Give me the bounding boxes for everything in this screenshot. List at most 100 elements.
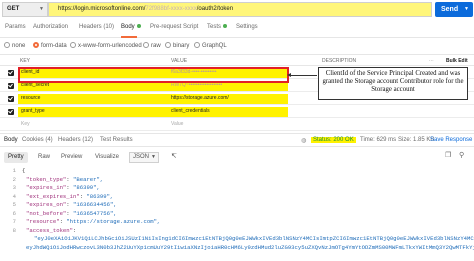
body-type-options: none form-data x-www-form-urlencoded raw… bbox=[0, 39, 474, 53]
format-raw[interactable]: Raw bbox=[34, 152, 54, 163]
row-highlight bbox=[18, 94, 288, 104]
row-highlight bbox=[18, 107, 288, 117]
wrap-lines-icon[interactable]: ↸ bbox=[171, 152, 177, 160]
key-cell[interactable]: grant_type bbox=[21, 108, 45, 114]
code-text: "ext_expires_in": "86399", bbox=[26, 192, 114, 200]
more-icon[interactable]: ⋯ bbox=[429, 58, 434, 64]
line-number: 3 bbox=[12, 184, 16, 191]
checkbox-checked[interactable] bbox=[8, 70, 14, 76]
table-row-empty: Key Value bbox=[0, 119, 474, 131]
tab-settings[interactable]: Settings bbox=[236, 24, 258, 30]
radio-raw-label: raw bbox=[151, 43, 161, 49]
tab-authorization[interactable]: Authorization bbox=[33, 24, 68, 30]
code-line: eyJhdWQiOiJodHRwczovL3N0b3JhZ2UuYXp1cmUu… bbox=[0, 244, 474, 253]
json-key: "not_before" bbox=[26, 209, 67, 217]
line-number: 1 bbox=[12, 167, 16, 174]
checkbox-checked[interactable] bbox=[8, 96, 14, 102]
tab-test-results[interactable]: Test Results bbox=[100, 137, 133, 143]
send-label: Send bbox=[441, 6, 459, 13]
radio-graphql-label: GraphQL bbox=[202, 43, 227, 49]
active-dot-icon bbox=[223, 24, 228, 29]
request-bar: GET ▼ https://login.microsoftonline.com/… bbox=[0, 0, 474, 20]
format-pretty[interactable]: Pretty bbox=[4, 152, 28, 163]
radio-icon bbox=[143, 42, 149, 48]
json-value: "https://storage.azure.com", bbox=[66, 218, 161, 225]
radio-raw[interactable]: raw bbox=[143, 42, 161, 49]
checkbox-checked[interactable] bbox=[8, 109, 14, 115]
radio-form-data[interactable]: form-data bbox=[33, 42, 67, 49]
radio-binary-label: binary bbox=[173, 43, 190, 49]
globe-icon[interactable]: ◍ bbox=[301, 137, 306, 144]
radio-graphql[interactable]: GraphQL bbox=[194, 42, 227, 49]
line-number: 2 bbox=[12, 175, 16, 183]
chevron-down-icon[interactable]: ▼ bbox=[464, 2, 469, 17]
response-format-bar: Pretty Raw Preview Visualize JSON ▼ ↸ ❐ … bbox=[0, 148, 474, 166]
json-value: "86399", bbox=[73, 184, 100, 191]
response-time: Time: 629 ms bbox=[360, 137, 397, 143]
column-value: VALUE bbox=[171, 58, 188, 64]
token-text: eyJhdWQiOiJodHRwczovL3N0b3JhZ2UuYXp1cmUu… bbox=[26, 243, 474, 251]
save-response-button[interactable]: Save Response bbox=[430, 137, 472, 143]
table-row: grant_type client_credentials bbox=[0, 106, 474, 118]
chevron-down-icon: ▼ bbox=[151, 154, 156, 160]
radio-icon bbox=[4, 42, 10, 48]
json-value: "1636634456", bbox=[73, 201, 117, 208]
radio-none[interactable]: none bbox=[4, 42, 25, 49]
method-label: GET bbox=[7, 6, 20, 12]
tab-headers[interactable]: Headers (10) bbox=[79, 24, 114, 30]
value-cell[interactable]: client_credentials bbox=[171, 108, 210, 114]
radio-form-data-label: form-data bbox=[41, 43, 67, 49]
code-text: "not_before": "1636547756", bbox=[26, 209, 117, 217]
line-number: 7 bbox=[12, 218, 16, 225]
url-input[interactable]: https://login.microsoftonline.com/72f988… bbox=[48, 2, 432, 17]
code-text: "access_token": bbox=[26, 226, 80, 234]
send-button[interactable]: Send ▼ bbox=[435, 2, 473, 17]
json-key: "expires_on" bbox=[26, 201, 67, 208]
key-cell[interactable]: resource bbox=[21, 95, 40, 101]
tab-response-body[interactable]: Body bbox=[4, 137, 18, 143]
line-number: 5 bbox=[12, 201, 16, 208]
client-id-highlight-box bbox=[18, 67, 289, 83]
search-icon[interactable]: ⚲ bbox=[459, 151, 464, 159]
checkbox-checked[interactable] bbox=[8, 83, 14, 89]
column-description: DESCRIPTION bbox=[322, 58, 357, 64]
radio-binary[interactable]: binary bbox=[165, 42, 189, 49]
value-placeholder[interactable]: Value bbox=[171, 121, 183, 127]
json-key: "resource" bbox=[26, 218, 60, 225]
radio-none-label: none bbox=[12, 43, 26, 49]
key-placeholder[interactable]: Key bbox=[21, 121, 30, 127]
status-badge: Status: 200 OK bbox=[311, 137, 356, 143]
url-visible: https://login.microsoftonline.com/ bbox=[58, 6, 146, 12]
json-value: "86399", bbox=[86, 192, 114, 200]
format-select[interactable]: JSON ▼ bbox=[129, 152, 159, 163]
radio-x-www-form-urlencoded[interactable]: x-www-form-urlencoded bbox=[70, 42, 142, 49]
method-select[interactable]: GET ▼ bbox=[2, 2, 48, 17]
tab-tests[interactable]: Tests bbox=[207, 24, 228, 30]
radio-icon bbox=[194, 42, 200, 48]
tab-tests-label: Tests bbox=[207, 24, 222, 30]
json-key: "access_token" bbox=[26, 226, 73, 234]
json-key: "ext_expires_in" bbox=[26, 192, 80, 200]
tab-body[interactable]: Body bbox=[121, 24, 141, 30]
radio-icon bbox=[165, 42, 171, 48]
tab-response-cookies[interactable]: Cookies (4) bbox=[22, 137, 53, 143]
response-size: Size: 1.85 KB bbox=[398, 137, 435, 143]
tab-pre-request-script[interactable]: Pre-request Script bbox=[150, 24, 198, 30]
active-dot-icon bbox=[136, 24, 141, 29]
tab-params[interactable]: Params bbox=[5, 24, 26, 30]
copy-icon[interactable]: ❐ bbox=[445, 151, 451, 159]
json-key: "expires_in" bbox=[26, 184, 67, 191]
json-value: "1636547756", bbox=[73, 209, 117, 217]
format-visualize[interactable]: Visualize bbox=[91, 152, 123, 163]
response-body-code[interactable]: 1 { 2 "token_type": "Bearer", 3 "expires… bbox=[0, 167, 474, 261]
tab-response-headers[interactable]: Headers (12) bbox=[58, 137, 93, 143]
format-preview[interactable]: Preview bbox=[57, 152, 86, 163]
url-suffix: /oauth2/token bbox=[196, 6, 234, 12]
format-select-value: JSON bbox=[133, 154, 150, 160]
value-cell[interactable]: https://storage.azure.com/ bbox=[171, 95, 229, 101]
token-text: "eyJ0eXAiOiJKV1QiLCJhbGciOiJSUzI1NiIsIng… bbox=[34, 235, 474, 242]
annotation-callout: ClientId of the Service Principal Create… bbox=[318, 67, 468, 100]
bulk-edit-link[interactable]: Bulk Edit bbox=[446, 58, 468, 64]
arrow-left-icon bbox=[287, 73, 291, 77]
line-number: 6 bbox=[12, 209, 16, 217]
